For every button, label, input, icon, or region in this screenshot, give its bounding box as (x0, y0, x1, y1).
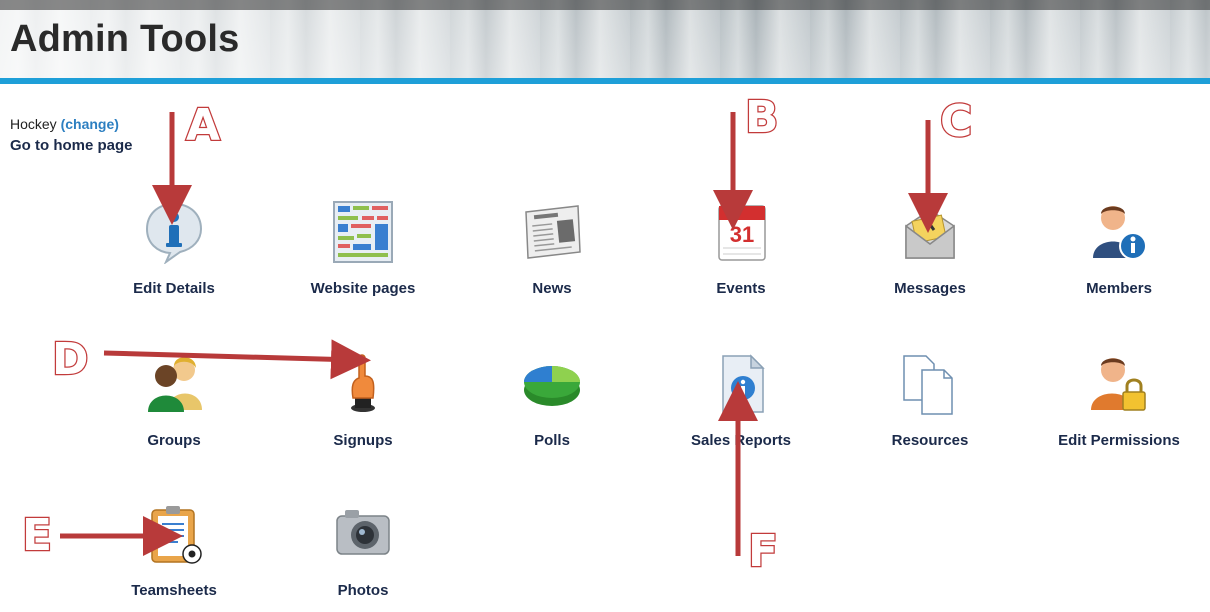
annotation-letter-d: D (51, 333, 90, 387)
tool-label: Events (716, 280, 766, 297)
tool-events[interactable]: 31 Events (656, 200, 826, 310)
home-page-link[interactable]: Go to home page (10, 137, 133, 154)
report-document-icon (722, 354, 765, 413)
tool-news[interactable]: News (467, 200, 637, 310)
club-context: Hockey (change) (10, 116, 119, 132)
raised-finger-icon (351, 354, 375, 412)
tool-label: Photos (337, 582, 389, 599)
club-sport-label: Hockey (10, 116, 57, 132)
tool-label: Edit Permissions (1058, 432, 1180, 449)
tool-label: Messages (894, 280, 966, 297)
tool-sales-reports[interactable]: Sales Reports (656, 352, 826, 462)
change-club-link[interactable]: (change) (61, 116, 119, 132)
annotation-letter-e: E (21, 509, 54, 563)
header-banner: Admin Tools (0, 0, 1210, 78)
tool-label: Teamsheets (131, 582, 217, 599)
tool-website-pages[interactable]: Website pages (278, 200, 448, 310)
tool-label: Resources (891, 432, 969, 449)
annotation-letter-f: F (747, 525, 780, 579)
page-title: Admin Tools (10, 18, 240, 60)
tool-messages[interactable]: Messages (845, 200, 1015, 310)
calendar-icon: 31 (718, 205, 766, 261)
tool-edit-details[interactable]: Edit Details (89, 200, 259, 310)
tool-photos[interactable]: Photos (278, 502, 448, 612)
camera-icon (336, 510, 390, 555)
tool-label: Members (1086, 280, 1152, 297)
tool-members[interactable]: Members (1034, 200, 1204, 310)
annotation-letter-c: C (939, 95, 974, 149)
tool-label: Groups (147, 432, 201, 449)
clipboard-ball-icon (151, 506, 202, 564)
annotation-letter-a: A (185, 99, 222, 153)
tool-teamsheets[interactable]: Teamsheets (89, 502, 259, 612)
newspaper-icon (525, 205, 581, 259)
tool-label: Signups (333, 432, 393, 449)
header-accent-rule (0, 78, 1210, 84)
info-bubble-icon (145, 202, 203, 264)
website-layout-icon (333, 201, 393, 263)
documents-icon (903, 355, 953, 415)
member-info-icon (1093, 206, 1147, 260)
user-lock-icon (1091, 358, 1146, 411)
tool-polls[interactable]: Polls (467, 352, 637, 462)
envelope-icon (905, 207, 955, 259)
tool-label: Polls (534, 432, 570, 449)
pie-chart-icon (524, 366, 580, 406)
tool-label: News (532, 280, 572, 297)
tool-resources[interactable]: Resources (845, 352, 1015, 462)
banner-top-strip (0, 0, 1210, 10)
tool-signups[interactable]: Signups (278, 352, 448, 462)
tool-edit-permissions[interactable]: Edit Permissions (1034, 352, 1204, 462)
tool-label: Edit Details (133, 280, 215, 297)
tool-label: Website pages (310, 280, 416, 297)
svg-text:31: 31 (730, 222, 754, 247)
tool-label: Sales Reports (690, 432, 792, 449)
annotation-letter-b: B (744, 91, 780, 145)
group-people-icon (148, 357, 202, 412)
tool-groups[interactable]: Groups (89, 352, 259, 462)
